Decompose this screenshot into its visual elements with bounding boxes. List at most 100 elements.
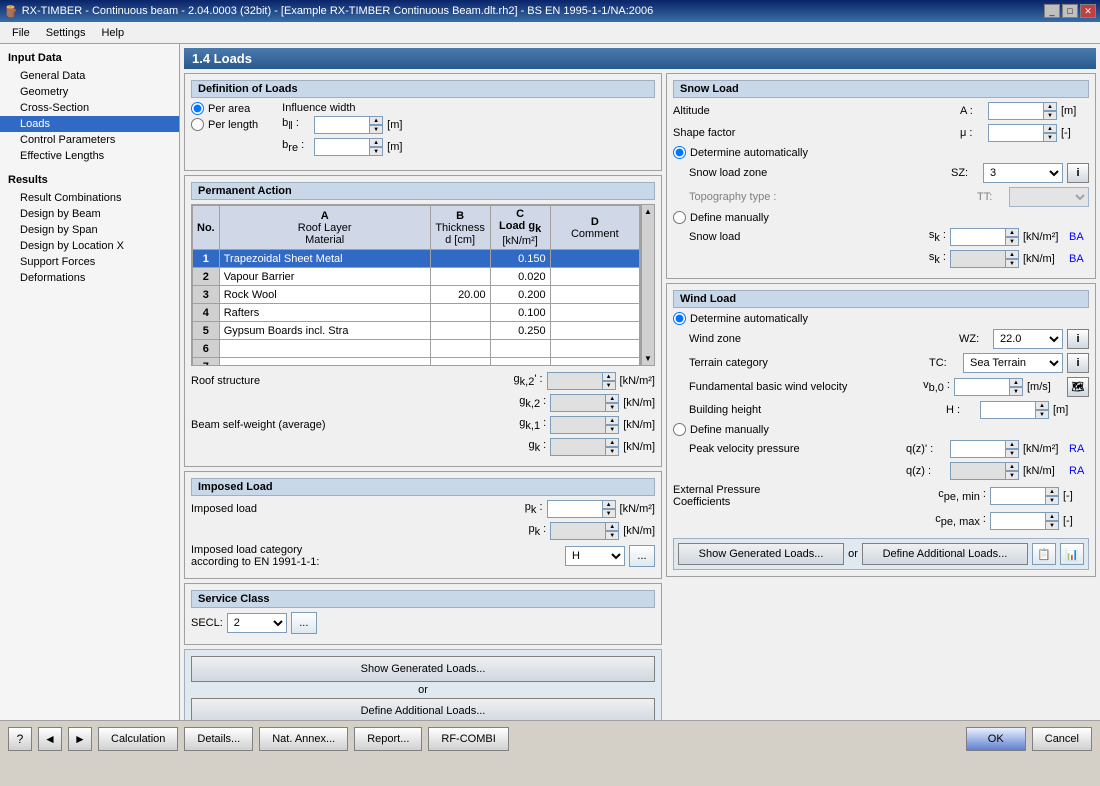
minimize-button[interactable]: _: [1044, 4, 1060, 18]
bii-spinner[interactable]: 1.700 ▲ ▼: [314, 116, 383, 134]
forward-toolbar-btn[interactable]: ►: [68, 727, 92, 751]
define-additional-loads-btn[interactable]: Define Additional Loads...: [191, 698, 655, 720]
cpe-max-input[interactable]: 0.200: [990, 512, 1045, 530]
building-height-input[interactable]: 15.000: [980, 401, 1035, 419]
qz-prime-spinner[interactable]: 1.285 ▲ ▼: [950, 440, 1019, 458]
qz-prime-input[interactable]: 1.285: [950, 440, 1005, 458]
show-generated-loads-btn[interactable]: Show Generated Loads...: [191, 656, 655, 682]
sidebar-item-deformations[interactable]: Deformations: [0, 270, 179, 286]
row-comment[interactable]: [550, 358, 639, 366]
wind-show-generated-loads-btn[interactable]: Show Generated Loads...: [678, 543, 844, 565]
row-thickness[interactable]: [430, 322, 490, 340]
snow-radio-auto[interactable]: Determine automatically: [673, 146, 1089, 159]
wind-zone-info-btn[interactable]: i: [1067, 329, 1089, 349]
basic-wind-input[interactable]: 26.4: [954, 378, 1009, 396]
row-material[interactable]: [219, 340, 430, 358]
sk-prime-spinner[interactable]: 0.690 ▲ ▼: [950, 228, 1019, 246]
table-row[interactable]: 1 Trapezoidal Sheet Metal 0.150: [193, 250, 640, 268]
category-select[interactable]: H: [565, 546, 625, 566]
shape-factor-spinner[interactable]: 0.800 ▲ ▼: [988, 124, 1057, 142]
sidebar-item-effective-lengths[interactable]: Effective Lengths: [0, 148, 179, 164]
icon-btn-1[interactable]: 📋: [1032, 543, 1056, 565]
table-row[interactable]: 6: [193, 340, 640, 358]
bre-down[interactable]: ▼: [369, 147, 383, 156]
cpe-min-down[interactable]: ▼: [1045, 496, 1059, 505]
scroll-up[interactable]: ▲: [642, 205, 654, 218]
secl-info-btn[interactable]: ...: [291, 612, 317, 634]
cpe-min-input[interactable]: -2.500: [990, 487, 1045, 505]
sk-prime-input[interactable]: 0.690: [950, 228, 1005, 246]
cpe-max-down[interactable]: ▼: [1045, 521, 1059, 530]
bii-down[interactable]: ▼: [369, 125, 383, 134]
calculation-btn[interactable]: Calculation: [98, 727, 178, 751]
altitude-input[interactable]: 200: [988, 102, 1043, 120]
report-btn[interactable]: Report...: [354, 727, 422, 751]
basic-wind-up[interactable]: ▲: [1009, 378, 1023, 387]
table-scrollbar[interactable]: ▲ ▼: [641, 204, 655, 366]
icon-btn-2[interactable]: 📊: [1060, 543, 1084, 565]
sk-prime-down[interactable]: ▼: [1005, 237, 1019, 246]
row-comment[interactable]: [550, 322, 639, 340]
sidebar-item-loads[interactable]: Loads: [0, 116, 179, 132]
row-material[interactable]: Trapezoidal Sheet Metal: [219, 250, 430, 268]
menu-settings[interactable]: Settings: [38, 25, 94, 41]
sidebar-item-geometry[interactable]: Geometry: [0, 84, 179, 100]
row-thickness[interactable]: [430, 268, 490, 286]
bii-input[interactable]: 1.700: [314, 116, 369, 134]
wind-radio-auto[interactable]: Determine automatically: [673, 312, 1089, 325]
wind-define-additional-loads-btn[interactable]: Define Additional Loads...: [862, 543, 1028, 565]
row-comment[interactable]: [550, 304, 639, 322]
row-thickness[interactable]: [430, 340, 490, 358]
sidebar-item-design-by-beam[interactable]: Design by Beam: [0, 206, 179, 222]
snow-zone-select[interactable]: 3 1 2 3: [983, 163, 1063, 183]
ok-btn[interactable]: OK: [966, 727, 1026, 751]
sidebar-item-general-data[interactable]: General Data: [0, 68, 179, 84]
table-row[interactable]: 2 Vapour Barrier 0.020: [193, 268, 640, 286]
row-comment[interactable]: [550, 250, 639, 268]
basic-wind-down[interactable]: ▼: [1009, 387, 1023, 396]
row-thickness[interactable]: [430, 250, 490, 268]
cpe-min-spinner[interactable]: -2.500 ▲ ▼: [990, 487, 1059, 505]
terrain-info-btn[interactable]: i: [1067, 353, 1089, 373]
row-load[interactable]: 0.200: [490, 286, 550, 304]
altitude-up[interactable]: ▲: [1043, 102, 1057, 111]
pk-prime-up[interactable]: ▲: [602, 500, 616, 509]
snow-zone-info-btn[interactable]: i: [1067, 163, 1089, 183]
row-load[interactable]: [490, 340, 550, 358]
menu-file[interactable]: File: [4, 25, 38, 41]
table-row[interactable]: 5 Gypsum Boards incl. Stra 0.250: [193, 322, 640, 340]
pk-prime-down[interactable]: ▼: [602, 509, 616, 518]
row-comment[interactable]: [550, 268, 639, 286]
row-load[interactable]: [490, 358, 550, 366]
wind-zone-select[interactable]: 22.0: [993, 329, 1063, 349]
row-thickness[interactable]: 20.00: [430, 286, 490, 304]
height-up[interactable]: ▲: [1035, 401, 1049, 410]
wind-vel-info-btn[interactable]: 🗺: [1067, 377, 1089, 397]
table-row[interactable]: 4 Rafters 0.100: [193, 304, 640, 322]
scroll-down[interactable]: ▼: [642, 352, 654, 365]
row-load[interactable]: 0.020: [490, 268, 550, 286]
shape-factor-input[interactable]: 0.800: [988, 124, 1043, 142]
cpe-max-spinner[interactable]: 0.200 ▲ ▼: [990, 512, 1059, 530]
altitude-down[interactable]: ▼: [1043, 111, 1057, 120]
row-comment[interactable]: [550, 286, 639, 304]
radio-per-area[interactable]: Per area: [191, 102, 258, 115]
maximize-button[interactable]: □: [1062, 4, 1078, 18]
bre-input[interactable]: 1.900: [314, 138, 369, 156]
row-load[interactable]: 0.250: [490, 322, 550, 340]
nat-annex-btn[interactable]: Nat. Annex...: [259, 727, 348, 751]
table-scroll[interactable]: No. A Roof Layer Material B: [191, 204, 641, 366]
shape-down[interactable]: ▼: [1043, 133, 1057, 142]
sk-prime-up[interactable]: ▲: [1005, 228, 1019, 237]
menu-help[interactable]: Help: [93, 25, 132, 41]
qz-prime-up[interactable]: ▲: [1005, 440, 1019, 449]
cancel-btn[interactable]: Cancel: [1032, 727, 1092, 751]
radio-per-length[interactable]: Per length: [191, 118, 258, 131]
close-button[interactable]: ✕: [1080, 4, 1096, 18]
row-comment[interactable]: [550, 340, 639, 358]
building-height-spinner[interactable]: 15.000 ▲ ▼: [980, 401, 1049, 419]
rf-combi-btn[interactable]: RF-COMBI: [428, 727, 508, 751]
sidebar-item-support-forces[interactable]: Support Forces: [0, 254, 179, 270]
qz-prime-down[interactable]: ▼: [1005, 449, 1019, 458]
pk-prime-spinner[interactable]: 0.000 ▲ ▼: [547, 500, 616, 518]
